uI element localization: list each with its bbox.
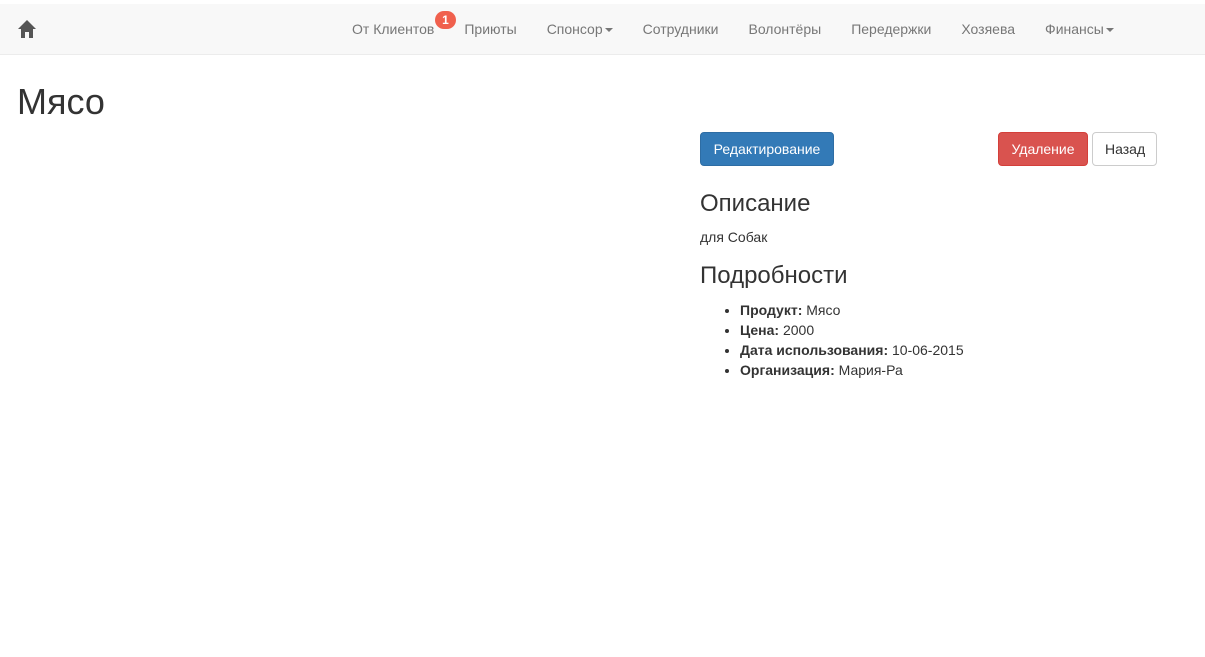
home-icon[interactable] <box>17 19 37 39</box>
detail-value: Мясо <box>806 302 841 318</box>
nav-item-shelters[interactable]: Приюты <box>449 4 531 54</box>
nav-item-owners[interactable]: Хозяева <box>946 4 1030 54</box>
navbar: От Клиентов 1 Приюты Спонсор Сотрудники … <box>0 4 1205 55</box>
detail-item-price: Цена: 2000 <box>740 320 964 340</box>
nav-menu: От Клиентов 1 Приюты Спонсор Сотрудники … <box>337 4 1129 54</box>
detail-item-product: Продукт: Мясо <box>740 300 964 320</box>
nav-item-label: Приюты <box>464 21 517 37</box>
nav-item-sponsor[interactable]: Спонсор <box>532 4 628 54</box>
nav-item-staff[interactable]: Сотрудники <box>628 4 734 54</box>
caret-down-icon <box>604 28 613 33</box>
detail-label: Организация: <box>740 362 835 378</box>
detail-item-date: Дата использования: 10-06-2015 <box>740 340 964 360</box>
nav-item-finance[interactable]: Финансы <box>1030 4 1129 54</box>
edit-button[interactable]: Редактирование <box>700 132 834 166</box>
caret-down-icon <box>1105 28 1114 33</box>
detail-value: 10-06-2015 <box>892 342 964 358</box>
page-title: Мясо <box>17 81 105 122</box>
details-heading: Подробности <box>700 262 848 289</box>
nav-item-label: Хозяева <box>961 21 1016 37</box>
nav-item-label: Волонтёры <box>748 21 822 37</box>
description-heading: Описание <box>700 190 811 217</box>
details-list: Продукт: Мясо Цена: 2000 Дата использова… <box>700 300 964 380</box>
nav-item-label: Спонсор <box>546 21 603 37</box>
detail-value: 2000 <box>782 322 815 338</box>
nav-item-foster[interactable]: Передержки <box>836 4 946 54</box>
nav-item-label: Финансы <box>1045 21 1104 37</box>
description-text: для Собак <box>700 229 768 245</box>
nav-item-label: Передержки <box>851 21 932 37</box>
nav-item-clients[interactable]: От Клиентов 1 <box>337 4 456 54</box>
nav-item-label: Сотрудники <box>642 21 719 37</box>
detail-label: Продукт: <box>740 302 803 318</box>
delete-button[interactable]: Удаление <box>998 132 1088 166</box>
detail-label: Дата использования: <box>740 342 889 358</box>
detail-value: Мария-Ра <box>838 362 903 378</box>
nav-item-volunteers[interactable]: Волонтёры <box>733 4 836 54</box>
nav-item-label: От Клиентов <box>352 21 435 37</box>
detail-label: Цена: <box>740 322 780 338</box>
detail-item-organization: Организация: Мария-Ра <box>740 360 964 380</box>
back-button[interactable]: Назад <box>1092 132 1157 166</box>
